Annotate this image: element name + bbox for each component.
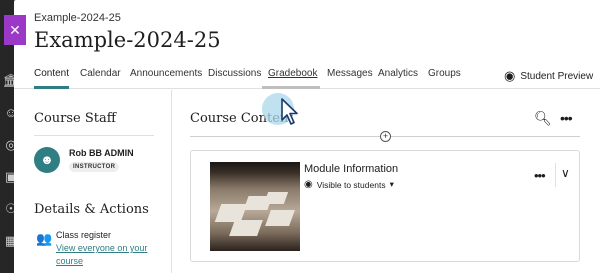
course-panel: Example-2024-25 Example-2024-25 Content …	[14, 0, 600, 273]
close-icon: ✕	[9, 22, 21, 38]
mouse-cursor-icon	[281, 98, 298, 125]
staff-divider	[34, 135, 154, 136]
course-sidebar: Course Staff ☻ Rob BB ADMIN INSTRUCTOR D…	[14, 90, 172, 273]
view-everyone-link[interactable]: View everyone on your course	[56, 242, 161, 268]
caret-down-icon: ▾	[389, 179, 394, 189]
more-options-icon[interactable]: •••	[534, 168, 546, 183]
tab-groups[interactable]: Groups	[428, 68, 461, 89]
tab-messages[interactable]: Messages	[327, 68, 373, 89]
chevron-down-icon[interactable]: ∨	[561, 166, 570, 180]
instructor-badge: INSTRUCTOR	[69, 162, 120, 172]
gradebook-hover-indicator	[262, 86, 320, 89]
student-preview-label: Student Preview	[520, 70, 594, 82]
eye-icon: ◉	[504, 68, 516, 83]
avatar[interactable]: ☻	[34, 147, 60, 173]
tab-content[interactable]: Content	[34, 68, 70, 89]
course-header: Example-2024-25 Example-2024-25	[14, 0, 600, 62]
card-divider	[555, 163, 556, 187]
user-icon: ☻	[40, 152, 54, 167]
tab-calendar[interactable]: Calendar	[80, 68, 121, 89]
student-preview-button[interactable]: ◉ Student Preview	[504, 68, 593, 84]
add-icon[interactable]: +	[380, 131, 391, 142]
tab-discussions[interactable]: Discussions	[208, 68, 261, 89]
details-actions-title: Details & Actions	[34, 202, 149, 217]
more-options-icon[interactable]: •••	[560, 110, 573, 126]
visibility-dropdown[interactable]: ◉ Visible to students ▾	[304, 179, 394, 190]
tab-announcements[interactable]: Announcements	[130, 68, 202, 89]
course-id: Example-2024-25	[34, 12, 121, 24]
content-item-card[interactable]: Module Information ◉ Visible to students…	[190, 150, 580, 262]
close-course-button[interactable]: ✕	[4, 15, 26, 45]
module-thumbnail	[210, 162, 300, 251]
eye-icon: ◉	[304, 179, 313, 190]
visibility-label: Visible to students	[316, 179, 386, 190]
search-icon[interactable]: 🔍︎	[534, 110, 552, 127]
class-register-label: Class register	[56, 230, 112, 240]
module-title[interactable]: Module Information	[304, 163, 398, 175]
staff-name[interactable]: Rob BB ADMIN	[69, 148, 134, 158]
tab-analytics[interactable]: Analytics	[378, 68, 418, 89]
course-staff-title: Course Staff	[34, 111, 116, 126]
class-register-icon: 👥	[36, 231, 53, 246]
course-title: Example-2024-25	[34, 28, 221, 52]
